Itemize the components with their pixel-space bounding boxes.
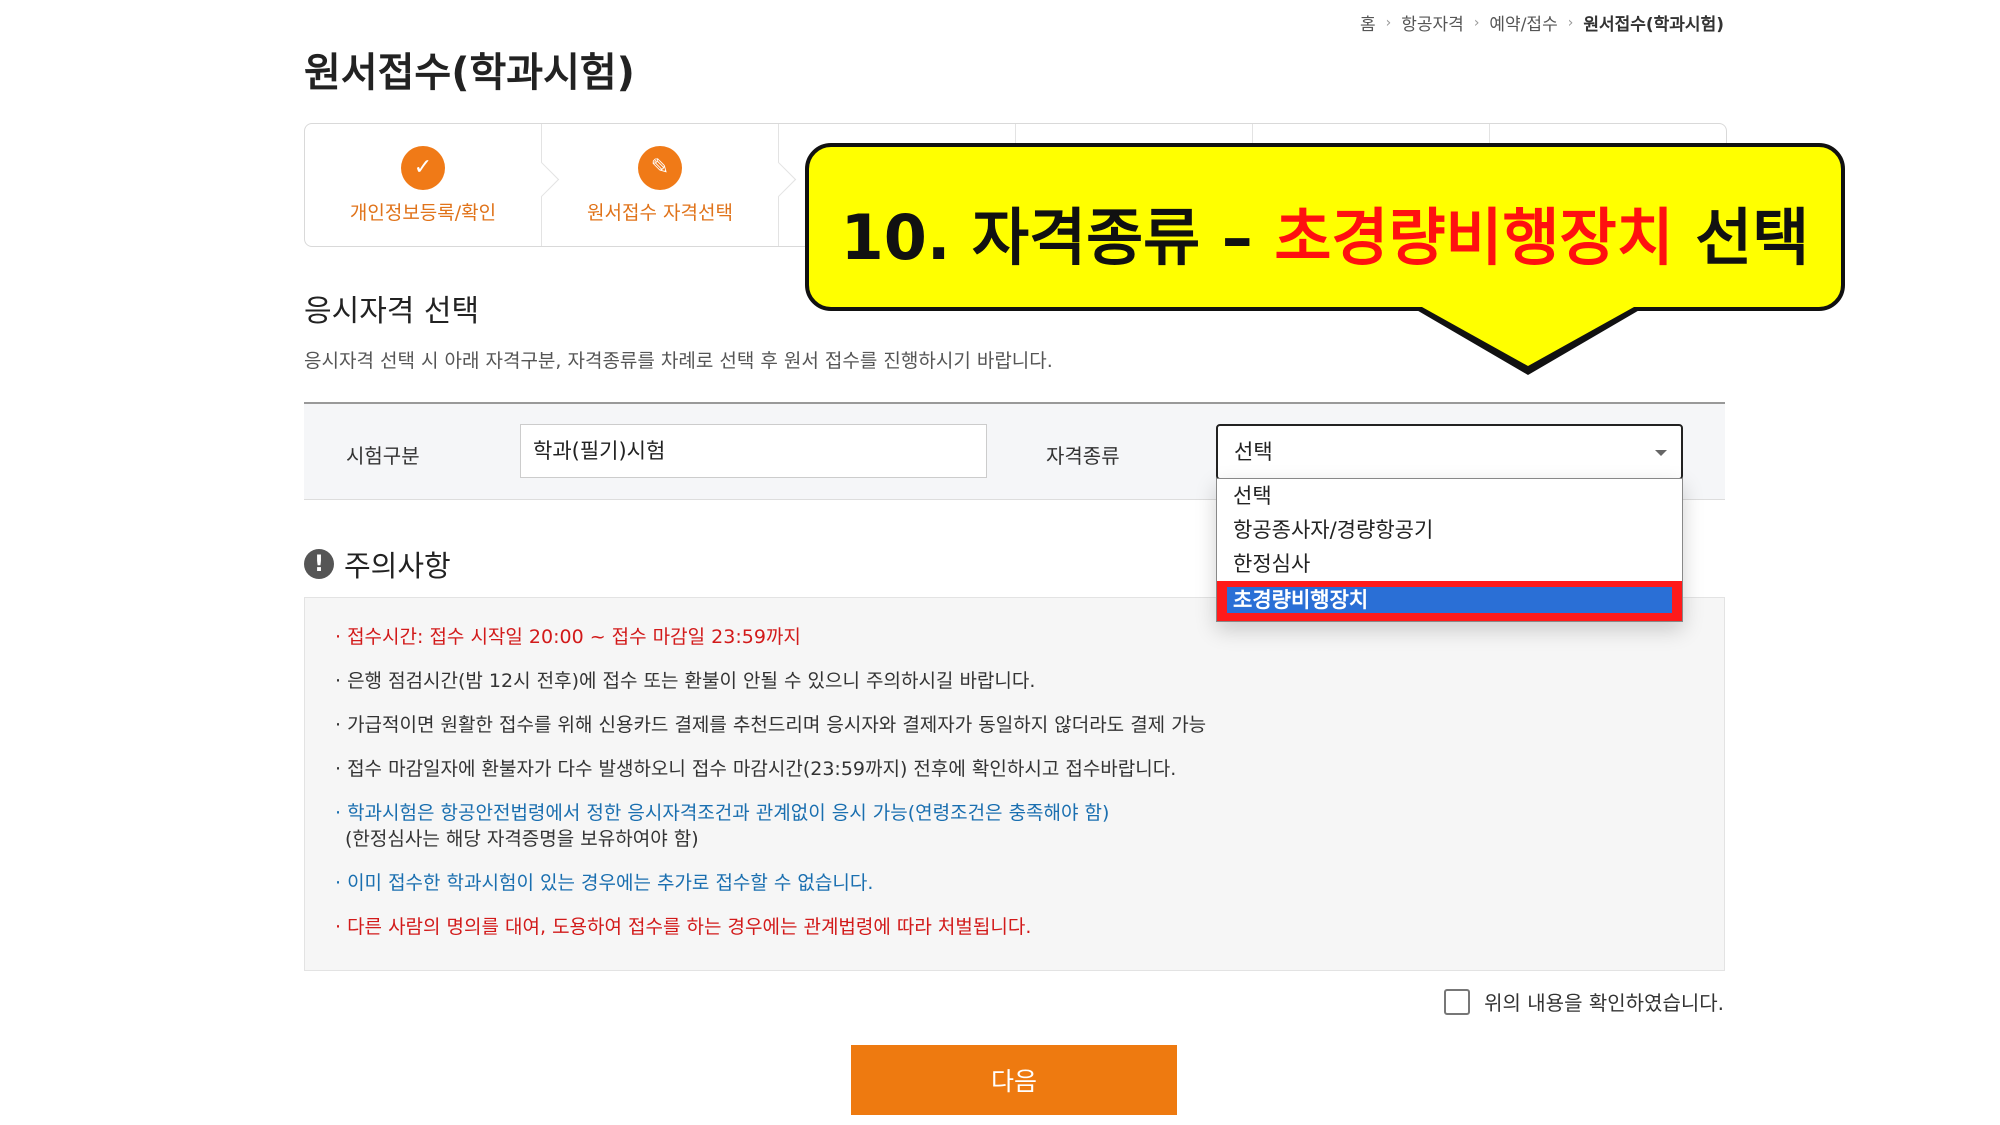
exam-type-field[interactable]: 학과(필기)시험	[520, 424, 987, 478]
option-limited-review[interactable]: 한정심사	[1217, 547, 1682, 581]
pencil-icon: ✎	[638, 145, 682, 190]
notice-item-text: · 학과시험은 항공안전법령에서 정한 응시자격조건과 관계없이 응시 가능(연…	[335, 802, 1110, 824]
notice-item: · 가급적이면 원활한 접수를 위해 신용카드 결제를 추천드리며 응시자와 결…	[335, 714, 1207, 736]
option-ultralight-label: 초경량비행장치	[1227, 587, 1672, 613]
qual-type-dropdown: 선택 항공종사자/경량항공기 한정심사 초경량비행장치	[1216, 478, 1683, 622]
exam-type-label: 시험구분	[346, 444, 420, 468]
confirm-checkbox[interactable]	[1444, 988, 1471, 1015]
notice-item: · 접수시간: 접수 시작일 20:00 ~ 접수 마감일 23:59까지	[335, 626, 801, 648]
step-personal-info: ✓ 개인정보등록/확인	[305, 124, 560, 246]
next-button[interactable]: 다음	[851, 1045, 1177, 1115]
callout-highlight: 초경량비행장치	[1274, 201, 1674, 274]
breadcrumb-current: 원서접수(학과시험)	[1583, 15, 1724, 35]
notice-title: ! 주의사항	[304, 543, 451, 585]
step-qualification-select: ✎ 원서접수 자격선택	[542, 124, 797, 246]
notice-list: · 접수시간: 접수 시작일 20:00 ~ 접수 마감일 23:59까지 · …	[335, 624, 1694, 940]
callout-tail-fill	[1413, 302, 1643, 366]
breadcrumb: 홈 › 항공자격 › 예약/접수 › 원서접수(학과시험)	[1360, 10, 1724, 36]
qual-type-label: 자격종류	[1046, 444, 1120, 468]
section-description: 응시자격 선택 시 아래 자격구분, 자격종류를 차례로 선택 후 원서 접수를…	[304, 350, 1053, 372]
callout-prefix: 10. 자격종류 –	[840, 201, 1275, 274]
notice-item: · 은행 점검시간(밤 12시 전후)에 접수 또는 환불이 안될 수 있으니 …	[335, 670, 1036, 692]
notice-box: · 접수시간: 접수 시작일 20:00 ~ 접수 마감일 23:59까지 · …	[304, 597, 1725, 971]
chevron-right-icon: ›	[1473, 14, 1480, 31]
step-label: 개인정보등록/확인	[349, 201, 497, 224]
notice-item: · 학과시험은 항공안전법령에서 정한 응시자격조건과 관계없이 응시 가능(연…	[335, 800, 1694, 852]
callout-suffix: 선택	[1673, 201, 1810, 274]
chevron-right-icon: ›	[1385, 14, 1392, 31]
qual-type-selected-value: 선택	[1234, 440, 1273, 464]
option-aviation-personnel[interactable]: 항공종사자/경량항공기	[1217, 513, 1682, 547]
option-select[interactable]: 선택	[1217, 479, 1682, 513]
option-ultralight-vehicle[interactable]: 초경량비행장치	[1217, 581, 1682, 621]
notice-item-subtext: (한정심사는 해당 자격증명을 보유하여야 함)	[345, 828, 699, 850]
confirm-label: 위의 내용을 확인하였습니다.	[1484, 991, 1724, 1015]
instruction-callout: 10. 자격종류 – 초경량비행장치 선택	[805, 143, 1845, 311]
confirm-checkbox-row[interactable]: 위의 내용을 확인하였습니다.	[1444, 987, 1724, 1016]
breadcrumb-item2[interactable]: 예약/접수	[1489, 10, 1557, 35]
check-icon: ✓	[401, 145, 445, 190]
notice-item: · 다른 사람의 명의를 대여, 도용하여 접수를 하는 경우에는 관계법령에 …	[335, 916, 1032, 938]
notice-title-text: 주의사항	[344, 549, 451, 583]
exclamation-icon: !	[304, 549, 334, 579]
qual-type-select[interactable]: 선택	[1216, 424, 1683, 480]
notice-item: · 이미 접수한 학과시험이 있는 경우에는 추가로 접수할 수 없습니다.	[335, 872, 874, 894]
step-label: 원서접수 자격선택	[587, 201, 733, 224]
breadcrumb-item1[interactable]: 항공자격	[1401, 10, 1464, 35]
chevron-right-icon: ›	[1567, 14, 1574, 31]
breadcrumb-home[interactable]: 홈	[1360, 10, 1376, 35]
chevron-down-icon	[1655, 450, 1667, 456]
notice-item: · 접수 마감일자에 환불자가 다수 발생하오니 접수 마감시간(23:59까지…	[335, 758, 1177, 780]
section-title: 응시자격 선택	[304, 294, 480, 329]
page-title: 원서접수(학과시험)	[304, 50, 635, 96]
callout-text: 10. 자격종류 – 초경량비행장치 선택	[809, 187, 1841, 277]
